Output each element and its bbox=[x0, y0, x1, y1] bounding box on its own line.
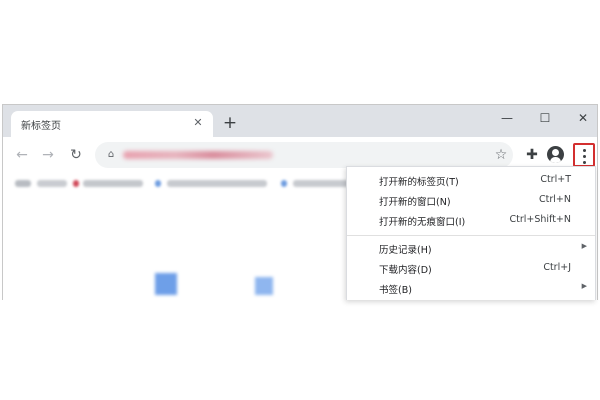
maximize-button[interactable]: ☐ bbox=[527, 105, 563, 131]
address-bar[interactable]: ⌂ ☆ bbox=[95, 142, 513, 168]
menu-item-label: 打开新的无痕窗口(I) bbox=[379, 217, 466, 228]
menu-item-label: 下载内容(D) bbox=[379, 265, 432, 276]
menu-item-label: 历史记录(H) bbox=[379, 245, 432, 256]
triangle-right-icon: ▶ bbox=[581, 242, 587, 250]
menu-separator bbox=[347, 235, 595, 236]
bookmark-favicon[interactable] bbox=[73, 180, 79, 187]
minimize-button[interactable]: — bbox=[489, 105, 525, 131]
menu-item-new-incognito-window[interactable]: 打开新的无痕窗口(I) Ctrl+Shift+N bbox=[347, 211, 595, 231]
bookmark-item[interactable] bbox=[83, 180, 143, 187]
bookmark-item[interactable] bbox=[37, 180, 67, 187]
tab-title: 新标签页 bbox=[21, 121, 61, 132]
menu-item-label: 书签(B) bbox=[379, 285, 412, 296]
menu-item-shortcut: Ctrl+J bbox=[543, 262, 571, 273]
menu-item-downloads[interactable]: 下载内容(D) Ctrl+J bbox=[347, 259, 595, 279]
menu-item-shortcut: Ctrl+T bbox=[540, 174, 571, 185]
tab-close-icon[interactable]: ✕ bbox=[189, 114, 207, 132]
profile-icon[interactable] bbox=[547, 146, 564, 163]
bookmark-favicon[interactable] bbox=[281, 180, 287, 187]
shortcut-tile[interactable] bbox=[155, 273, 177, 295]
tab-new-tab[interactable]: 新标签页 ✕ bbox=[11, 111, 213, 137]
bookmark-item[interactable] bbox=[167, 180, 267, 187]
menu-item-shortcut: Ctrl+N bbox=[539, 194, 571, 205]
menu-item-label: 打开新的标签页(T) bbox=[379, 177, 459, 188]
blurred-url bbox=[123, 151, 273, 159]
triangle-right-icon: ▶ bbox=[581, 282, 587, 290]
puzzle-icon[interactable]: ✚ bbox=[521, 144, 543, 166]
menu-item-new-window[interactable]: 打开新的窗口(N) Ctrl+N bbox=[347, 191, 595, 211]
menu-item-shortcut: Ctrl+Shift+N bbox=[509, 214, 571, 225]
new-tab-button[interactable]: + bbox=[219, 113, 241, 133]
title-bar: 新标签页 ✕ + — ☐ ✕ bbox=[3, 105, 597, 137]
reload-button[interactable]: ↻ bbox=[65, 144, 87, 166]
shortcut-tile[interactable] bbox=[255, 277, 273, 295]
site-info-icon[interactable]: ⌂ bbox=[103, 147, 119, 163]
more-vertical-icon[interactable] bbox=[573, 143, 595, 167]
star-icon[interactable]: ☆ bbox=[491, 145, 511, 165]
bookmark-item[interactable] bbox=[15, 180, 31, 187]
menu-item-label: 打开新的窗口(N) bbox=[379, 197, 451, 208]
menu-item-history[interactable]: 历史记录(H) ▶ bbox=[347, 239, 595, 259]
menu-item-bookmarks[interactable]: 书签(B) ▶ bbox=[347, 279, 595, 299]
back-button[interactable]: ← bbox=[11, 144, 33, 166]
bookmark-item[interactable] bbox=[293, 180, 349, 187]
close-window-button[interactable]: ✕ bbox=[565, 105, 597, 131]
browser-menu: 打开新的标签页(T) Ctrl+T 打开新的窗口(N) Ctrl+N 打开新的无… bbox=[346, 166, 596, 300]
menu-item-new-tab[interactable]: 打开新的标签页(T) Ctrl+T bbox=[347, 171, 595, 191]
forward-button[interactable]: → bbox=[37, 144, 59, 166]
bookmark-favicon[interactable] bbox=[155, 180, 161, 187]
